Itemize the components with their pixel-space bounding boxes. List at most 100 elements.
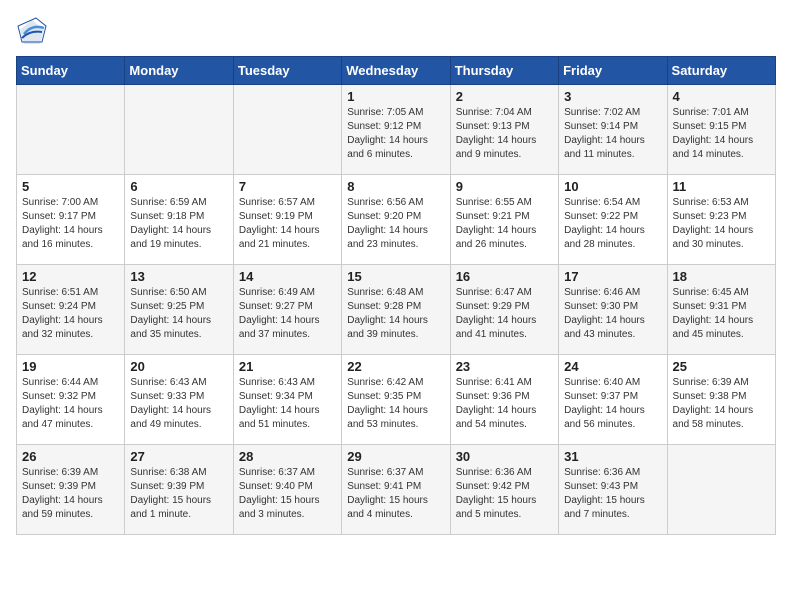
logo xyxy=(16,16,52,48)
day-info: Sunrise: 6:48 AM Sunset: 9:28 PM Dayligh… xyxy=(347,286,444,342)
day-info: Sunrise: 7:05 AM Sunset: 9:12 PM Dayligh… xyxy=(347,106,444,162)
day-cell: 9 Sunrise: 6:55 AM Sunset: 9:21 PM Daylig… xyxy=(450,175,558,265)
week-row-4: 19Sunrise: 6:44 AM Sunset: 9:32 PM Dayli… xyxy=(17,355,776,445)
weekday-header-saturday: Saturday xyxy=(667,57,775,85)
day-info: Sunrise: 6:49 AM Sunset: 9:27 PM Dayligh… xyxy=(239,286,336,342)
day-cell: 5 Sunrise: 7:00 AM Sunset: 9:17 PM Daylig… xyxy=(17,175,125,265)
day-number: 26 xyxy=(22,449,119,464)
day-cell: 24Sunrise: 6:40 AM Sunset: 9:37 PM Dayli… xyxy=(559,355,667,445)
day-cell: 14 Sunrise: 6:49 AM Sunset: 9:27 PM Dayli… xyxy=(233,265,341,355)
weekday-header-tuesday: Tuesday xyxy=(233,57,341,85)
day-number: 4 xyxy=(673,89,770,104)
day-cell: 31Sunrise: 6:36 AM Sunset: 9:43 PM Dayli… xyxy=(559,445,667,535)
day-info: Sunrise: 7:04 AM Sunset: 9:13 PM Dayligh… xyxy=(456,106,553,162)
day-info: Sunrise: 6:59 AM Sunset: 9:18 PM Dayligh… xyxy=(130,196,227,252)
day-cell: 19Sunrise: 6:44 AM Sunset: 9:32 PM Dayli… xyxy=(17,355,125,445)
day-info: Sunrise: 7:01 AM Sunset: 9:15 PM Dayligh… xyxy=(673,106,770,162)
day-info: Sunrise: 6:36 AM Sunset: 9:42 PM Dayligh… xyxy=(456,466,553,522)
day-cell: 12 Sunrise: 6:51 AM Sunset: 9:24 PM Dayli… xyxy=(17,265,125,355)
day-number: 5 xyxy=(22,179,119,194)
day-number: 12 xyxy=(22,269,119,284)
weekday-header-friday: Friday xyxy=(559,57,667,85)
day-cell: 4 Sunrise: 7:01 AM Sunset: 9:15 PM Daylig… xyxy=(667,85,775,175)
day-number: 7 xyxy=(239,179,336,194)
week-row-3: 12 Sunrise: 6:51 AM Sunset: 9:24 PM Dayli… xyxy=(17,265,776,355)
weekday-header-wednesday: Wednesday xyxy=(342,57,450,85)
day-number: 22 xyxy=(347,359,444,374)
day-cell: 17 Sunrise: 6:46 AM Sunset: 9:30 PM Dayli… xyxy=(559,265,667,355)
day-info: Sunrise: 6:39 AM Sunset: 9:39 PM Dayligh… xyxy=(22,466,119,522)
day-info: Sunrise: 6:40 AM Sunset: 9:37 PM Dayligh… xyxy=(564,376,661,432)
day-number: 23 xyxy=(456,359,553,374)
day-info: Sunrise: 7:02 AM Sunset: 9:14 PM Dayligh… xyxy=(564,106,661,162)
day-info: Sunrise: 6:47 AM Sunset: 9:29 PM Dayligh… xyxy=(456,286,553,342)
day-cell: 13 Sunrise: 6:50 AM Sunset: 9:25 PM Dayli… xyxy=(125,265,233,355)
weekday-header-thursday: Thursday xyxy=(450,57,558,85)
day-info: Sunrise: 6:37 AM Sunset: 9:40 PM Dayligh… xyxy=(239,466,336,522)
day-cell: 6 Sunrise: 6:59 AM Sunset: 9:18 PM Daylig… xyxy=(125,175,233,265)
day-number: 13 xyxy=(130,269,227,284)
day-number: 25 xyxy=(673,359,770,374)
weekday-row: SundayMondayTuesdayWednesdayThursdayFrid… xyxy=(17,57,776,85)
day-cell: 27Sunrise: 6:38 AM Sunset: 9:39 PM Dayli… xyxy=(125,445,233,535)
day-number: 29 xyxy=(347,449,444,464)
day-number: 10 xyxy=(564,179,661,194)
day-number: 6 xyxy=(130,179,227,194)
day-cell xyxy=(667,445,775,535)
day-number: 27 xyxy=(130,449,227,464)
day-info: Sunrise: 6:46 AM Sunset: 9:30 PM Dayligh… xyxy=(564,286,661,342)
day-info: Sunrise: 6:37 AM Sunset: 9:41 PM Dayligh… xyxy=(347,466,444,522)
week-row-1: 1 Sunrise: 7:05 AM Sunset: 9:12 PM Daylig… xyxy=(17,85,776,175)
day-number: 9 xyxy=(456,179,553,194)
week-row-5: 26 Sunrise: 6:39 AM Sunset: 9:39 PM Dayli… xyxy=(17,445,776,535)
day-info: Sunrise: 6:51 AM Sunset: 9:24 PM Dayligh… xyxy=(22,286,119,342)
day-number: 15 xyxy=(347,269,444,284)
day-info: Sunrise: 6:36 AM Sunset: 9:43 PM Dayligh… xyxy=(564,466,661,522)
day-info: Sunrise: 6:39 AM Sunset: 9:38 PM Dayligh… xyxy=(673,376,770,432)
day-number: 1 xyxy=(347,89,444,104)
calendar-body: 1 Sunrise: 7:05 AM Sunset: 9:12 PM Daylig… xyxy=(17,85,776,535)
weekday-header-monday: Monday xyxy=(125,57,233,85)
day-info: Sunrise: 6:56 AM Sunset: 9:20 PM Dayligh… xyxy=(347,196,444,252)
day-info: Sunrise: 6:43 AM Sunset: 9:33 PM Dayligh… xyxy=(130,376,227,432)
day-cell: 1 Sunrise: 7:05 AM Sunset: 9:12 PM Daylig… xyxy=(342,85,450,175)
day-cell xyxy=(233,85,341,175)
day-info: Sunrise: 6:57 AM Sunset: 9:19 PM Dayligh… xyxy=(239,196,336,252)
day-cell: 30 Sunrise: 6:36 AM Sunset: 9:42 PM Dayli… xyxy=(450,445,558,535)
day-cell: 8Sunrise: 6:56 AM Sunset: 9:20 PM Daylig… xyxy=(342,175,450,265)
day-number: 19 xyxy=(22,359,119,374)
day-cell: 20 Sunrise: 6:43 AM Sunset: 9:33 PM Dayli… xyxy=(125,355,233,445)
day-cell: 3Sunrise: 7:02 AM Sunset: 9:14 PM Daylig… xyxy=(559,85,667,175)
day-number: 21 xyxy=(239,359,336,374)
day-info: Sunrise: 6:50 AM Sunset: 9:25 PM Dayligh… xyxy=(130,286,227,342)
page-header xyxy=(16,16,776,48)
calendar-table: SundayMondayTuesdayWednesdayThursdayFrid… xyxy=(16,56,776,535)
day-number: 14 xyxy=(239,269,336,284)
day-info: Sunrise: 7:00 AM Sunset: 9:17 PM Dayligh… xyxy=(22,196,119,252)
day-cell xyxy=(125,85,233,175)
day-cell: 22Sunrise: 6:42 AM Sunset: 9:35 PM Dayli… xyxy=(342,355,450,445)
day-number: 17 xyxy=(564,269,661,284)
week-row-2: 5 Sunrise: 7:00 AM Sunset: 9:17 PM Daylig… xyxy=(17,175,776,265)
day-cell: 2 Sunrise: 7:04 AM Sunset: 9:13 PM Daylig… xyxy=(450,85,558,175)
day-info: Sunrise: 6:55 AM Sunset: 9:21 PM Dayligh… xyxy=(456,196,553,252)
day-number: 16 xyxy=(456,269,553,284)
day-info: Sunrise: 6:45 AM Sunset: 9:31 PM Dayligh… xyxy=(673,286,770,342)
weekday-header-sunday: Sunday xyxy=(17,57,125,85)
logo-icon xyxy=(16,16,48,48)
day-number: 30 xyxy=(456,449,553,464)
day-cell: 29 Sunrise: 6:37 AM Sunset: 9:41 PM Dayli… xyxy=(342,445,450,535)
day-cell: 28 Sunrise: 6:37 AM Sunset: 9:40 PM Dayli… xyxy=(233,445,341,535)
day-cell: 16 Sunrise: 6:47 AM Sunset: 9:29 PM Dayli… xyxy=(450,265,558,355)
day-info: Sunrise: 6:54 AM Sunset: 9:22 PM Dayligh… xyxy=(564,196,661,252)
day-cell: 25 Sunrise: 6:39 AM Sunset: 9:38 PM Dayli… xyxy=(667,355,775,445)
day-info: Sunrise: 6:53 AM Sunset: 9:23 PM Dayligh… xyxy=(673,196,770,252)
day-number: 2 xyxy=(456,89,553,104)
day-info: Sunrise: 6:43 AM Sunset: 9:34 PM Dayligh… xyxy=(239,376,336,432)
day-cell: 10 Sunrise: 6:54 AM Sunset: 9:22 PM Dayli… xyxy=(559,175,667,265)
day-number: 20 xyxy=(130,359,227,374)
day-cell: 21 Sunrise: 6:43 AM Sunset: 9:34 PM Dayli… xyxy=(233,355,341,445)
day-cell: 18Sunrise: 6:45 AM Sunset: 9:31 PM Dayli… xyxy=(667,265,775,355)
day-number: 28 xyxy=(239,449,336,464)
day-number: 11 xyxy=(673,179,770,194)
